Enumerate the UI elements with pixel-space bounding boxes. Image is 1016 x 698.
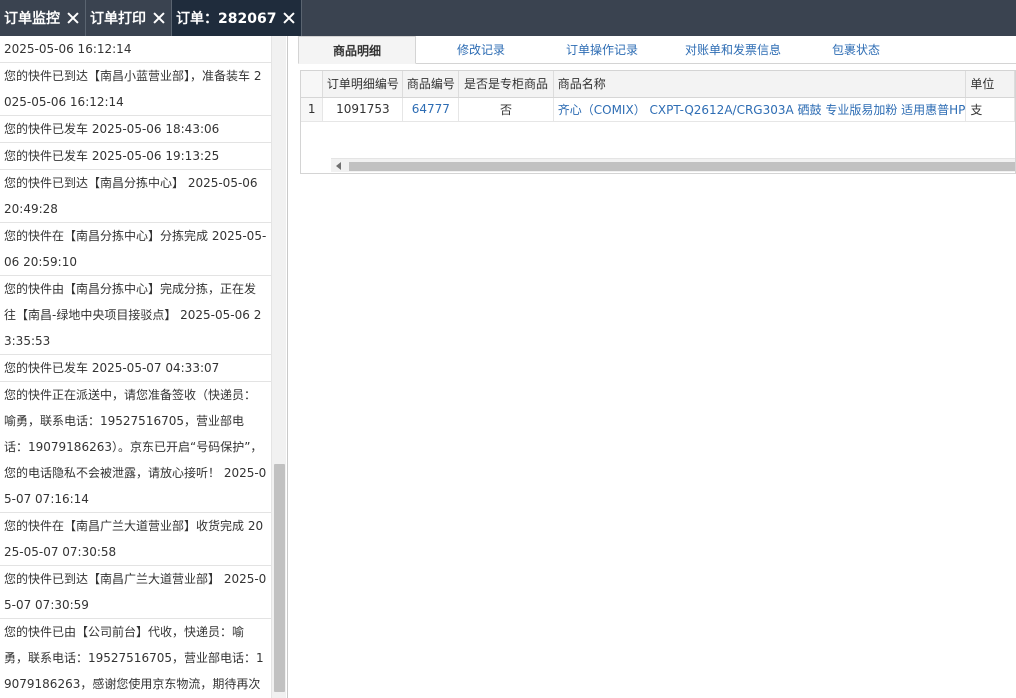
tracking-list: 2025-05-06 16:12:14 您的快件已到达【南昌小蓝营业部】，准备装… bbox=[0, 36, 271, 698]
detail-panel: 商品明细 修改记录 订单操作记录 对账单和发票信息 包裹状态 订单明细编号 商品… bbox=[298, 36, 1016, 698]
tracking-entry: 您的快件已由【公司前台】代收，快递员：喻勇，联系电话：19527516705，营… bbox=[0, 619, 271, 698]
tracking-entry: 您的快件在【南昌分拣中心】分拣完成 2025-05-06 20:59:10 bbox=[0, 223, 271, 276]
tracking-entry: 您的快件已发车 2025-05-06 18:43:06 bbox=[0, 116, 271, 143]
close-icon[interactable] bbox=[153, 12, 165, 24]
column-header-product-id[interactable]: 商品编号 bbox=[402, 71, 460, 98]
cell-product-id-link[interactable]: 64777 bbox=[402, 97, 460, 122]
scrollbar-thumb[interactable] bbox=[274, 464, 285, 692]
detail-tabs: 商品明细 修改记录 订单操作记录 对账单和发票信息 包裹状态 bbox=[298, 36, 1016, 64]
tab-package-status[interactable]: 包裹状态 bbox=[808, 36, 904, 64]
table-header-row: 订单明细编号 商品编号 是否是专柜商品 商品名称 单位 bbox=[301, 71, 1015, 98]
tab-order-monitor[interactable]: 订单监控 bbox=[0, 0, 86, 36]
row-number: 1 bbox=[301, 97, 324, 122]
column-header-detail-id[interactable]: 订单明细编号 bbox=[322, 71, 404, 98]
tracking-entry: 您的快件已发车 2025-05-06 19:13:25 bbox=[0, 143, 271, 170]
tab-product-detail[interactable]: 商品明细 bbox=[298, 36, 416, 64]
cell-detail-id: 1091753 bbox=[322, 97, 404, 122]
tracking-entry: 您的快件已到达【南昌分拣中心】 2025-05-06 20:49:28 bbox=[0, 170, 271, 223]
tab-label: 订单监控 bbox=[4, 11, 60, 27]
tab-statement-invoice[interactable]: 对账单和发票信息 bbox=[658, 36, 808, 64]
tracking-entry: 您的快件正在派送中，请您准备签收（快递员：喻勇，联系电话：19527516705… bbox=[0, 382, 271, 513]
close-icon[interactable] bbox=[283, 12, 295, 24]
cell-counter-flag: 否 bbox=[458, 97, 554, 122]
column-header-rownum bbox=[301, 71, 324, 98]
tracking-entry: 2025-05-06 16:12:14 bbox=[0, 36, 271, 63]
tab-label: 订单：282067 bbox=[176, 11, 277, 27]
cell-unit: 支 bbox=[965, 97, 1015, 122]
tab-operation-log[interactable]: 订单操作记录 bbox=[546, 36, 658, 64]
product-grid: 订单明细编号 商品编号 是否是专柜商品 商品名称 单位 1 1091753 64… bbox=[300, 70, 1016, 174]
tracking-entry: 您的快件已到达【南昌小蓝营业部】，准备装车 2025-05-06 16:12:1… bbox=[0, 63, 271, 116]
tab-label: 订单打印 bbox=[90, 11, 146, 27]
cell-product-name-link[interactable]: 齐心（COMIX） CXPT-Q2612A/CRG303A 硒鼓 专业版易加粉 … bbox=[553, 97, 967, 122]
scrollbar-thumb[interactable] bbox=[349, 162, 1015, 171]
tracking-entry: 您的快件在【南昌广兰大道营业部】收货完成 2025-05-07 07:30:58 bbox=[0, 513, 271, 566]
product-table: 订单明细编号 商品编号 是否是专柜商品 商品名称 单位 1 1091753 64… bbox=[301, 71, 1015, 122]
column-header-counter-flag[interactable]: 是否是专柜商品 bbox=[458, 71, 554, 98]
tracking-entry: 您的快件已发车 2025-05-07 04:33:07 bbox=[0, 355, 271, 382]
tracking-scrollbar[interactable] bbox=[271, 36, 286, 698]
grid-horizontal-scrollbar[interactable] bbox=[331, 158, 1015, 172]
table-row[interactable]: 1 1091753 64777 否 齐心（COMIX） CXPT-Q2612A/… bbox=[301, 97, 1015, 122]
tab-change-log[interactable]: 修改记录 bbox=[416, 36, 546, 64]
tab-order-print[interactable]: 订单打印 bbox=[86, 0, 172, 36]
scroll-left-icon[interactable] bbox=[336, 162, 341, 170]
column-header-product-name[interactable]: 商品名称 bbox=[553, 71, 967, 98]
top-tab-bar: 订单监控 订单打印 订单：282067 bbox=[0, 0, 1016, 36]
tracking-entry: 您的快件由【南昌分拣中心】完成分拣，正在发往【南昌-绿地中央项目接驳点】 202… bbox=[0, 276, 271, 355]
column-header-unit[interactable]: 单位 bbox=[965, 71, 1015, 98]
tracking-panel: 2025-05-06 16:12:14 您的快件已到达【南昌小蓝营业部】，准备装… bbox=[0, 36, 288, 698]
tab-order-detail[interactable]: 订单：282067 bbox=[172, 0, 303, 36]
tracking-entry: 您的快件已到达【南昌广兰大道营业部】 2025-05-07 07:30:59 bbox=[0, 566, 271, 619]
close-icon[interactable] bbox=[67, 12, 79, 24]
